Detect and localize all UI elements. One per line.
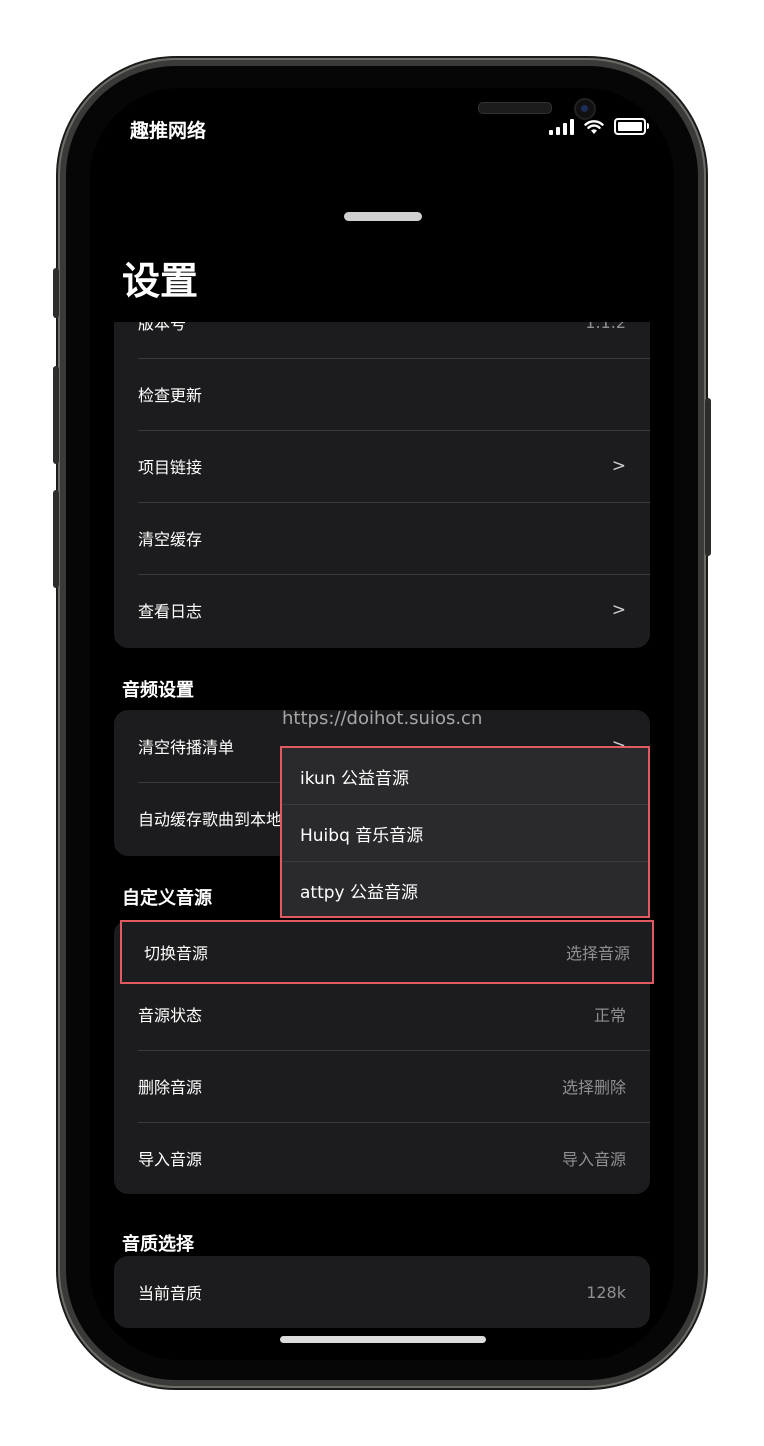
section-header-custom-source: 自定义音源 (122, 888, 212, 909)
current-quality-row[interactable]: 当前音质 128k (114, 1256, 650, 1328)
row-label: 音源状态 (138, 1006, 203, 1025)
wifi-icon (584, 119, 604, 134)
row-label: 检查更新 (138, 386, 203, 405)
project-link-row[interactable]: 项目链接 > (114, 430, 650, 502)
version-value: 1.1.2 (585, 322, 626, 332)
delete-source-row[interactable]: 删除音源 选择删除 (114, 1050, 650, 1122)
phone-screen: 趣推网络 设置 版本号 1.1.2 检查更新 项目链接 > 清空缓存 查看日志 … (90, 88, 674, 1360)
notch (222, 88, 596, 138)
section-header-audio: 音频设置 (122, 680, 194, 701)
import-source-row[interactable]: 导入音源 导入音源 (114, 1122, 650, 1194)
page-title: 设置 (122, 259, 199, 303)
speaker (478, 102, 552, 114)
source-dropdown-menu: ikun 公益音源 Huibq 音乐音源 attpy 公益音源 (280, 746, 650, 918)
quality-group: 当前音质 128k (114, 1256, 650, 1328)
home-indicator[interactable] (280, 1336, 486, 1343)
delete-source-value: 选择删除 (561, 1078, 626, 1097)
url-overlay-text: https://doihot.suios.cn (282, 708, 483, 729)
source-status-row: 音源状态 正常 (114, 978, 650, 1050)
source-status-value: 正常 (593, 1006, 626, 1025)
power-button (705, 398, 711, 556)
general-group: 版本号 1.1.2 检查更新 项目链接 > 清空缓存 查看日志 > (114, 322, 650, 648)
camera-icon (574, 98, 596, 120)
row-label: 清空缓存 (138, 530, 203, 549)
row-label: 导入音源 (138, 1150, 203, 1169)
dropdown-option[interactable]: attpy 公益音源 (282, 862, 648, 918)
carrier-label: 趣推网络 (130, 120, 207, 142)
row-label: 当前音质 (138, 1284, 203, 1303)
row-label: 查看日志 (138, 602, 203, 621)
status-icons (549, 118, 649, 135)
battery-icon (614, 118, 649, 135)
chevron-right-icon: > (611, 600, 626, 620)
signal-icon (549, 118, 574, 135)
sheet-grabber[interactable] (344, 212, 422, 221)
dropdown-option[interactable]: ikun 公益音源 (282, 748, 648, 805)
chevron-right-icon: > (611, 456, 626, 476)
version-row: 版本号 1.1.2 (114, 322, 650, 358)
quality-value: 128k (586, 1282, 626, 1302)
select-source-value[interactable]: 选择音源 (566, 940, 630, 964)
row-label: 切换音源 (144, 944, 209, 963)
row-label: 删除音源 (138, 1078, 203, 1097)
section-header-quality: 音质选择 (122, 1234, 194, 1255)
row-label: 项目链接 (138, 458, 203, 477)
clear-cache-row[interactable]: 清空缓存 (114, 502, 650, 574)
view-logs-row[interactable]: 查看日志 > (114, 574, 650, 646)
check-update-row[interactable]: 检查更新 (114, 358, 650, 430)
volume-down-button (53, 490, 59, 588)
row-label: 版本号 (138, 322, 187, 333)
dropdown-option[interactable]: Huibq 音乐音源 (282, 805, 648, 862)
import-source-value: 导入音源 (561, 1150, 626, 1169)
switch-source-row[interactable]: 切换音源 选择音源 (120, 920, 654, 984)
silent-switch (53, 268, 59, 318)
volume-up-button (53, 366, 59, 464)
